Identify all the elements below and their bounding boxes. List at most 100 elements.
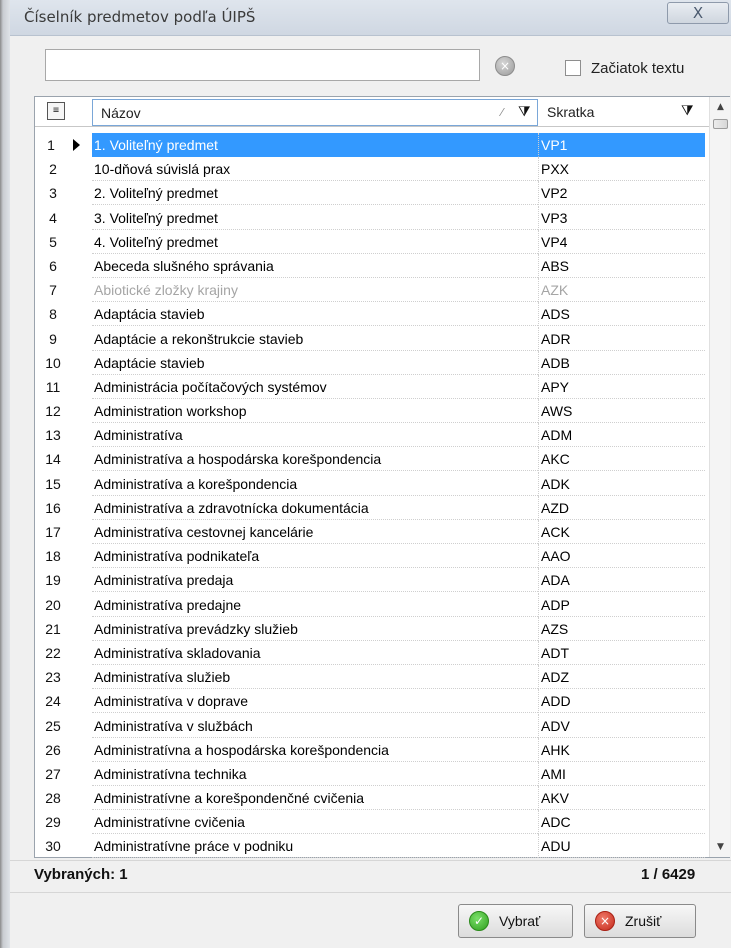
cell-abbr[interactable]: ADB: [538, 350, 705, 375]
table-row[interactable]: 6 Abeceda slušného správania ABS: [35, 253, 709, 278]
table-row[interactable]: 27 Administratívna technika AMI: [35, 761, 709, 786]
cell-name[interactable]: Administratívna a hospodárska korešponde…: [92, 738, 538, 762]
cell-abbr[interactable]: AZD: [538, 495, 705, 520]
cell-abbr[interactable]: AZK: [538, 278, 705, 303]
table-row[interactable]: 8 Adaptácia stavieb ADS: [35, 302, 709, 327]
cell-abbr[interactable]: ACK: [538, 520, 705, 544]
table-row[interactable]: 26 Administratívna a hospodárska korešpon…: [35, 737, 709, 762]
cell-name[interactable]: Administratívne cvičenia: [92, 810, 538, 835]
table-row[interactable]: 14 Administratíva a hospodárska korešpond…: [35, 447, 709, 472]
select-button[interactable]: ✓ Vybrať: [458, 904, 573, 938]
cell-abbr[interactable]: AWS: [538, 399, 705, 424]
cell-abbr[interactable]: AKV: [538, 786, 705, 811]
cell-name[interactable]: Abeceda slušného správania: [92, 254, 538, 278]
cell-name[interactable]: Administrácia počítačových systémov: [92, 375, 538, 399]
cell-name[interactable]: Administratíva predaja: [92, 568, 538, 593]
table-row[interactable]: 11 Administrácia počítačových systémov APY: [35, 374, 709, 399]
cell-name[interactable]: 3. Voliteľný predmet: [92, 206, 538, 230]
table-row[interactable]: 15 Administratíva a korešpondencia ADK: [35, 471, 709, 496]
cell-name[interactable]: 1. Voliteľný predmet: [92, 133, 538, 157]
cell-name[interactable]: Administratíva skladovania: [92, 641, 538, 665]
cell-abbr[interactable]: AMI: [538, 761, 705, 786]
search-input[interactable]: [45, 49, 480, 81]
cell-abbr[interactable]: ADV: [538, 713, 705, 738]
cell-abbr[interactable]: AHK: [538, 737, 705, 762]
cell-name[interactable]: Administratíva: [92, 423, 538, 448]
cell-name[interactable]: Adaptácie stavieb: [92, 351, 538, 375]
table-row[interactable]: 20 Administratíva predajne ADP: [35, 592, 709, 617]
table-row[interactable]: 24 Administratíva v doprave ADD: [35, 689, 709, 714]
cell-abbr[interactable]: ADZ: [538, 665, 705, 690]
cell-name[interactable]: Administratíva a hospodárska korešponden…: [92, 447, 538, 472]
cell-abbr[interactable]: VP3: [538, 205, 705, 230]
column-chooser-icon[interactable]: ≡: [47, 102, 65, 120]
table-row[interactable]: 18 Administratíva podnikateľa AAO: [35, 544, 709, 569]
cell-abbr[interactable]: VP4: [538, 229, 705, 254]
cell-name[interactable]: Administration workshop: [92, 399, 538, 424]
cell-abbr[interactable]: ADS: [538, 302, 705, 327]
cell-name[interactable]: Adaptácie a rekonštrukcie stavieb: [92, 327, 538, 351]
table-row[interactable]: 30 Administratívne práce v podniku ADU: [35, 834, 709, 859]
cell-abbr[interactable]: ADC: [538, 810, 705, 835]
cell-name[interactable]: Administratíva služieb: [92, 665, 538, 690]
cell-name[interactable]: Administratíva prevádzky služieb: [92, 617, 538, 641]
cell-name[interactable]: Administratíva podnikateľa: [92, 544, 538, 569]
table-row[interactable]: 19 Administratíva predaja ADA: [35, 568, 709, 593]
filter-icon[interactable]: ⧩: [681, 103, 694, 119]
column-header-abbr[interactable]: Skratka ⧩: [539, 99, 705, 126]
table-row[interactable]: 13 Administratíva ADM: [35, 423, 709, 448]
cell-name[interactable]: Administratíva cestovnej kancelárie: [92, 520, 538, 544]
cell-name[interactable]: Administratíva a zdravotnícka dokumentác…: [92, 496, 538, 520]
table-row[interactable]: 1 1. Voliteľný predmet VP1: [35, 133, 709, 157]
cell-abbr[interactable]: ADU: [538, 834, 705, 859]
table-row[interactable]: 16 Administratíva a zdravotnícka dokument…: [35, 495, 709, 520]
vertical-scrollbar[interactable]: ▲ ▼: [709, 97, 730, 857]
title-bar[interactable]: Číselník predmetov podľa ÚIPŠ X: [10, 0, 731, 36]
cell-abbr[interactable]: ABS: [538, 253, 705, 278]
table-row[interactable]: 25 Administratíva v službách ADV: [35, 713, 709, 738]
cell-name[interactable]: 2. Voliteľný predmet: [92, 181, 538, 206]
table-row[interactable]: 29 Administratívne cvičenia ADC: [35, 810, 709, 835]
cell-abbr[interactable]: PXX: [538, 157, 705, 182]
column-header-name[interactable]: Názov ⁄ ⧩: [92, 99, 538, 126]
cell-abbr[interactable]: ADM: [538, 423, 705, 448]
table-row[interactable]: 5 4. Voliteľný predmet VP4: [35, 229, 709, 254]
cell-name[interactable]: Adaptácia stavieb: [92, 302, 538, 327]
cell-abbr[interactable]: ADT: [538, 640, 705, 665]
cell-name[interactable]: Administratíva v doprave: [92, 689, 538, 714]
cell-abbr[interactable]: ADP: [538, 592, 705, 617]
scroll-thumb[interactable]: [713, 119, 728, 129]
table-row[interactable]: 17 Administratíva cestovnej kancelárie ACK: [35, 520, 709, 544]
cell-abbr[interactable]: ADA: [538, 568, 705, 593]
cell-abbr[interactable]: ADK: [538, 471, 705, 496]
table-row[interactable]: 4 3. Voliteľný predmet VP3: [35, 205, 709, 230]
table-row[interactable]: 28 Administratívne a korešpondenčné cviče…: [35, 786, 709, 811]
cell-abbr[interactable]: ADR: [538, 326, 705, 351]
cell-name[interactable]: Administratívne práce v podniku: [92, 834, 538, 859]
cell-name[interactable]: Administratíva a korešpondencia: [92, 472, 538, 496]
cancel-button[interactable]: × Zrušiť: [584, 904, 696, 938]
cell-abbr[interactable]: VP1: [538, 133, 705, 157]
close-button[interactable]: X: [667, 2, 729, 24]
table-row[interactable]: 7 Abiotické zložky krajiny AZK: [35, 278, 709, 303]
cell-name[interactable]: Administratíva predajne: [92, 593, 538, 617]
cell-name[interactable]: Abiotické zložky krajiny: [92, 278, 538, 303]
cell-name[interactable]: Administratívna technika: [92, 762, 538, 786]
table-row[interactable]: 9 Adaptácie a rekonštrukcie stavieb ADR: [35, 326, 709, 351]
table-row[interactable]: 2 10-dňová súvislá prax PXX: [35, 157, 709, 182]
table-row[interactable]: 21 Administratíva prevádzky služieb AZS: [35, 616, 709, 641]
table-row[interactable]: 10 Adaptácie stavieb ADB: [35, 350, 709, 375]
cell-abbr[interactable]: APY: [538, 374, 705, 399]
table-row[interactable]: 23 Administratíva služieb ADZ: [35, 665, 709, 690]
cell-name[interactable]: Administratíva v službách: [92, 714, 538, 738]
filter-icon[interactable]: ⧩: [518, 104, 531, 120]
cell-abbr[interactable]: AZS: [538, 616, 705, 641]
cell-name[interactable]: 4. Voliteľný predmet: [92, 230, 538, 254]
scroll-up-icon[interactable]: ▲: [710, 97, 731, 117]
table-row[interactable]: 3 2. Voliteľný predmet VP2: [35, 181, 709, 206]
clear-search-icon[interactable]: ×: [495, 56, 515, 76]
cell-abbr[interactable]: AKC: [538, 447, 705, 472]
table-row[interactable]: 12 Administration workshop AWS: [35, 399, 709, 424]
starts-with-option[interactable]: Začiatok textu: [565, 56, 684, 80]
cell-name[interactable]: Administratívne a korešpondenčné cvičeni…: [92, 786, 538, 811]
